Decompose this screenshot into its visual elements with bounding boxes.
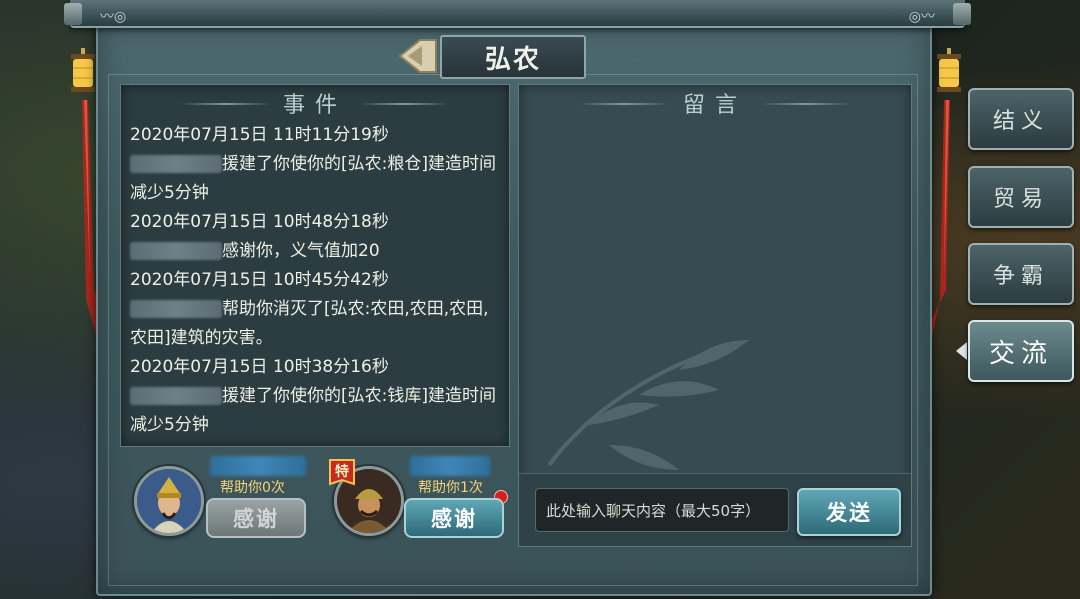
tab-trade[interactable]: 贸易 bbox=[968, 166, 1074, 228]
message-panel: 留言 此处输入聊天内容（最大50字） 发送 bbox=[518, 84, 912, 547]
event-item: 帮助你消灭了[弘农:农田,农田,农田,农田]建筑的灾害。 bbox=[130, 295, 502, 353]
helper-name-blurred bbox=[210, 456, 306, 476]
tab-contest[interactable]: 争霸 bbox=[968, 243, 1074, 305]
special-badge-label: 特 bbox=[335, 464, 349, 480]
right-lantern-icon bbox=[937, 48, 961, 92]
event-panel[interactable]: 事件 2020年07月15日 11时11分19秒 援建了你使你的[弘农:粮仓]建… bbox=[120, 84, 510, 447]
help-count: 帮助你0次 bbox=[220, 480, 285, 496]
player-name-blurred bbox=[130, 387, 222, 405]
chat-input[interactable]: 此处输入聊天内容（最大50字） bbox=[535, 488, 789, 532]
thanks-button[interactable]: 感谢 bbox=[404, 498, 504, 538]
event-time: 2020年07月15日 11时11分19秒 bbox=[130, 125, 389, 145]
helper-avatar[interactable] bbox=[134, 466, 204, 536]
messages-header: 留言 bbox=[682, 93, 747, 118]
player-name-blurred bbox=[130, 242, 222, 260]
event-time: 2020年07月15日 10时48分18秒 bbox=[130, 212, 389, 232]
tab-sworn-brotherhood[interactable]: 结义 bbox=[968, 88, 1074, 150]
event-item: 感谢你，义气值加20 bbox=[130, 237, 502, 266]
event-item: 援建了你使你的[弘农:钱库]建造时间减少5分钟 bbox=[130, 382, 502, 440]
event-time: 2020年07月15日 10时45分42秒 bbox=[130, 270, 389, 290]
send-button[interactable]: 发送 bbox=[797, 488, 901, 536]
cloud-ornament-icon: ◎〰 bbox=[908, 9, 935, 25]
left-lantern-icon bbox=[71, 48, 95, 92]
event-list: 2020年07月15日 11时11分19秒 援建了你使你的[弘农:粮仓]建造时间… bbox=[130, 121, 502, 440]
event-text: 感谢你，义气值加20 bbox=[222, 241, 380, 261]
event-time: 2020年07月15日 10时38分16秒 bbox=[130, 357, 389, 377]
top-scroll-bar: 〰◎ ◎〰 bbox=[64, 0, 971, 28]
chat-input-row: 此处输入聊天内容（最大50字） 发送 bbox=[519, 473, 911, 546]
tab-communication[interactable]: 交流 bbox=[968, 320, 1074, 382]
player-name-blurred bbox=[130, 155, 222, 173]
thanks-button[interactable]: 感谢 bbox=[206, 498, 306, 538]
helper-name-blurred bbox=[410, 456, 490, 476]
bamboo-watermark-icon bbox=[547, 340, 749, 470]
general-portrait-icon bbox=[137, 469, 201, 533]
active-tab-pointer-icon bbox=[956, 342, 967, 360]
back-arrow-icon[interactable] bbox=[398, 38, 438, 74]
page-title: 弘农 bbox=[440, 35, 586, 79]
event-item: 援建了你使你的[弘农:粮仓]建造时间减少5分钟 bbox=[130, 150, 502, 208]
cloud-ornament-icon: 〰◎ bbox=[100, 9, 127, 25]
player-name-blurred bbox=[130, 300, 222, 318]
help-count: 帮助你1次 bbox=[418, 480, 483, 496]
events-header: 事件 bbox=[282, 93, 347, 118]
